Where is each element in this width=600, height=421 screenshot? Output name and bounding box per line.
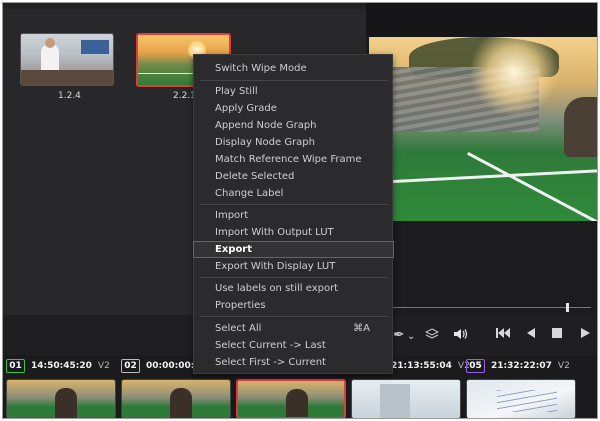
- menu-item-label: Select All: [215, 323, 262, 334]
- volume-icon[interactable]: [453, 327, 469, 345]
- menu-item-change-label[interactable]: Change Label: [194, 185, 394, 202]
- clip-number: 01: [6, 359, 25, 373]
- menu-item-display-node-graph[interactable]: Display Node Graph: [194, 134, 394, 151]
- clip-thumbnail[interactable]: [6, 379, 116, 418]
- menu-item-play-still[interactable]: Play Still: [194, 83, 394, 100]
- still-label: 1.2.4: [58, 91, 81, 101]
- menu-item-properties[interactable]: Properties: [194, 297, 394, 314]
- clip-timecode: 21:13:55:04: [391, 361, 452, 371]
- clip-thumbnail[interactable]: [351, 379, 461, 418]
- clip-timecode: 14:50:45:20: [31, 361, 92, 371]
- timeline-clip[interactable]: 01 14:50:45:20 V2: [6, 355, 121, 418]
- menu-item-select-all[interactable]: Select All ⌘A: [194, 320, 394, 337]
- viewer-image[interactable]: [369, 37, 597, 221]
- viewer-header: [366, 3, 597, 37]
- playhead-handle[interactable]: [566, 303, 569, 312]
- menu-separator: [200, 277, 388, 278]
- gallery-header: [3, 3, 366, 9]
- menu-item-switch-wipe-mode[interactable]: Switch Wipe Mode: [194, 60, 394, 77]
- chevron-down-icon[interactable]: ⌄: [407, 331, 415, 342]
- clip-thumbnail[interactable]: [236, 379, 346, 418]
- clip-track: V2: [97, 361, 110, 371]
- menu-item-select-current-to-last[interactable]: Select Current -> Last: [194, 337, 394, 354]
- still-thumbnail[interactable]: [20, 33, 114, 86]
- resolve-color-page: 1.2.4 2.2.1 ✒ ⌄ 01 14:50:45:20 V2 02 00:…: [2, 2, 598, 419]
- menu-item-delete-selected[interactable]: Delete Selected: [194, 168, 394, 185]
- menu-shortcut: ⌘A: [353, 323, 370, 334]
- menu-item-match-reference-wipe-frame[interactable]: Match Reference Wipe Frame: [194, 151, 394, 168]
- menu-item-import-with-output-lut[interactable]: Import With Output LUT: [194, 224, 394, 241]
- clip-number: 02: [121, 359, 140, 373]
- menu-separator: [200, 80, 388, 81]
- clip-track: V2: [557, 361, 570, 371]
- stop-icon[interactable]: [551, 327, 563, 343]
- timeline-clip[interactable]: 05 21:32:22:07 V2: [466, 355, 597, 418]
- menu-item-use-labels-on-still-export[interactable]: Use labels on still export: [194, 280, 394, 297]
- viewer-panel: [366, 3, 597, 315]
- menu-item-export-with-display-lut[interactable]: Export With Display LUT: [194, 258, 394, 275]
- menu-item-select-first-to-current[interactable]: Select First -> Current: [194, 354, 394, 371]
- eyedropper-icon[interactable]: ✒: [393, 327, 405, 343]
- skip-to-start-icon[interactable]: [495, 327, 511, 343]
- clip-timecode: 00:00:00:: [146, 361, 195, 371]
- menu-item-import[interactable]: Import: [194, 207, 394, 224]
- play-reverse-icon[interactable]: [525, 327, 537, 343]
- layers-icon[interactable]: [424, 327, 440, 345]
- menu-item-apply-grade[interactable]: Apply Grade: [194, 100, 394, 117]
- play-icon[interactable]: [579, 327, 591, 343]
- clip-thumbnail[interactable]: [466, 379, 576, 418]
- clip-timecode: 21:32:22:07: [491, 361, 552, 371]
- menu-item-export[interactable]: Export: [193, 241, 394, 258]
- clip-thumbnail[interactable]: [121, 379, 231, 418]
- menu-separator: [200, 316, 388, 317]
- scrubber-bar[interactable]: [366, 301, 597, 315]
- clip-number: 05: [466, 359, 485, 373]
- still-context-menu: Switch Wipe Mode Play Still Apply Grade …: [193, 54, 394, 374]
- menu-separator: [200, 204, 388, 205]
- menu-item-append-node-graph[interactable]: Append Node Graph: [194, 117, 394, 134]
